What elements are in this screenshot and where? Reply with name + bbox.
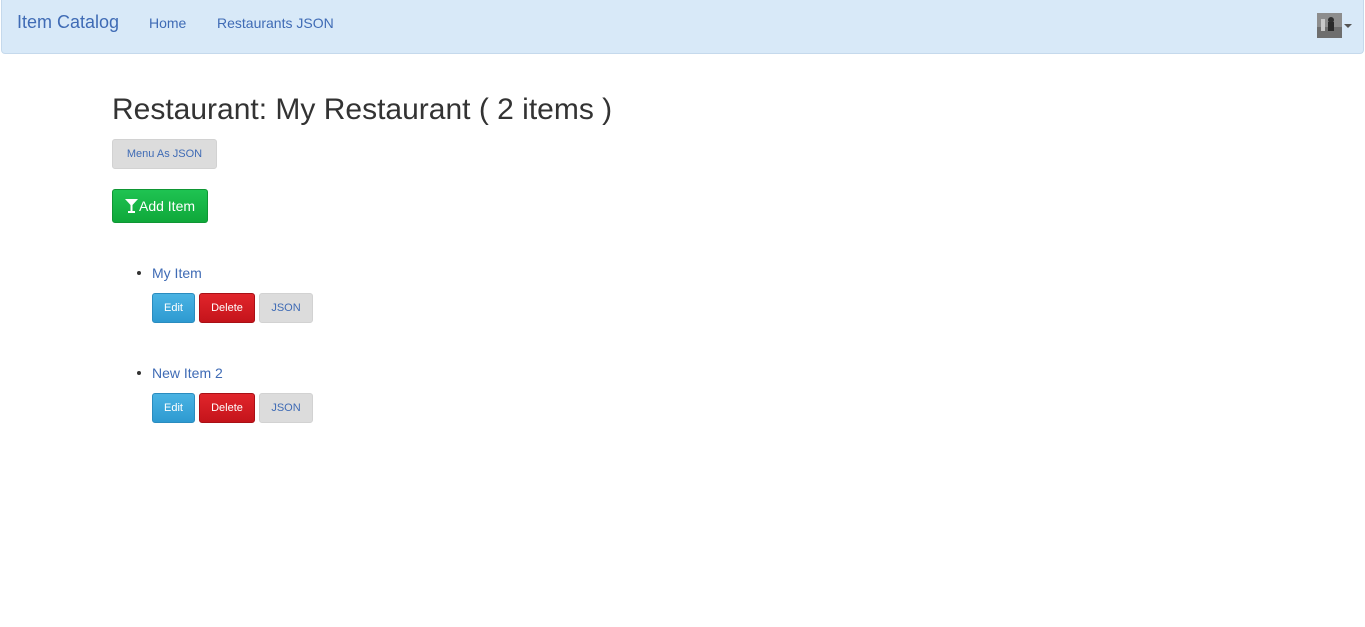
- delete-button[interactable]: Delete: [199, 393, 255, 423]
- item-name-link[interactable]: My Item: [152, 265, 202, 281]
- nav-home-link[interactable]: Home: [149, 15, 186, 31]
- add-item-label: Add Item: [138, 198, 196, 214]
- bullet: [137, 271, 141, 275]
- avatar: [1317, 13, 1342, 38]
- chevron-down-icon: [1344, 24, 1352, 28]
- menu-as-json-button[interactable]: Menu As JSON: [112, 139, 217, 169]
- item-name-link[interactable]: New Item 2: [152, 365, 223, 381]
- json-button[interactable]: JSON: [259, 293, 313, 323]
- nav-restaurants-json-link[interactable]: Restaurants JSON: [217, 15, 334, 31]
- bullet: [137, 371, 141, 375]
- delete-button[interactable]: Delete: [199, 293, 255, 323]
- glass-icon: [124, 192, 138, 224]
- page-title: Restaurant: My Restaurant ( 2 items ): [112, 93, 613, 126]
- add-item-button[interactable]: Add Item: [112, 189, 208, 223]
- json-button[interactable]: JSON: [259, 393, 313, 423]
- top-navbar: Item Catalog Home Restaurants JSON: [1, 0, 1364, 54]
- edit-button[interactable]: Edit: [152, 293, 195, 323]
- edit-button[interactable]: Edit: [152, 393, 195, 423]
- brand-link[interactable]: Item Catalog: [17, 12, 119, 33]
- user-menu-toggle[interactable]: [1317, 13, 1353, 39]
